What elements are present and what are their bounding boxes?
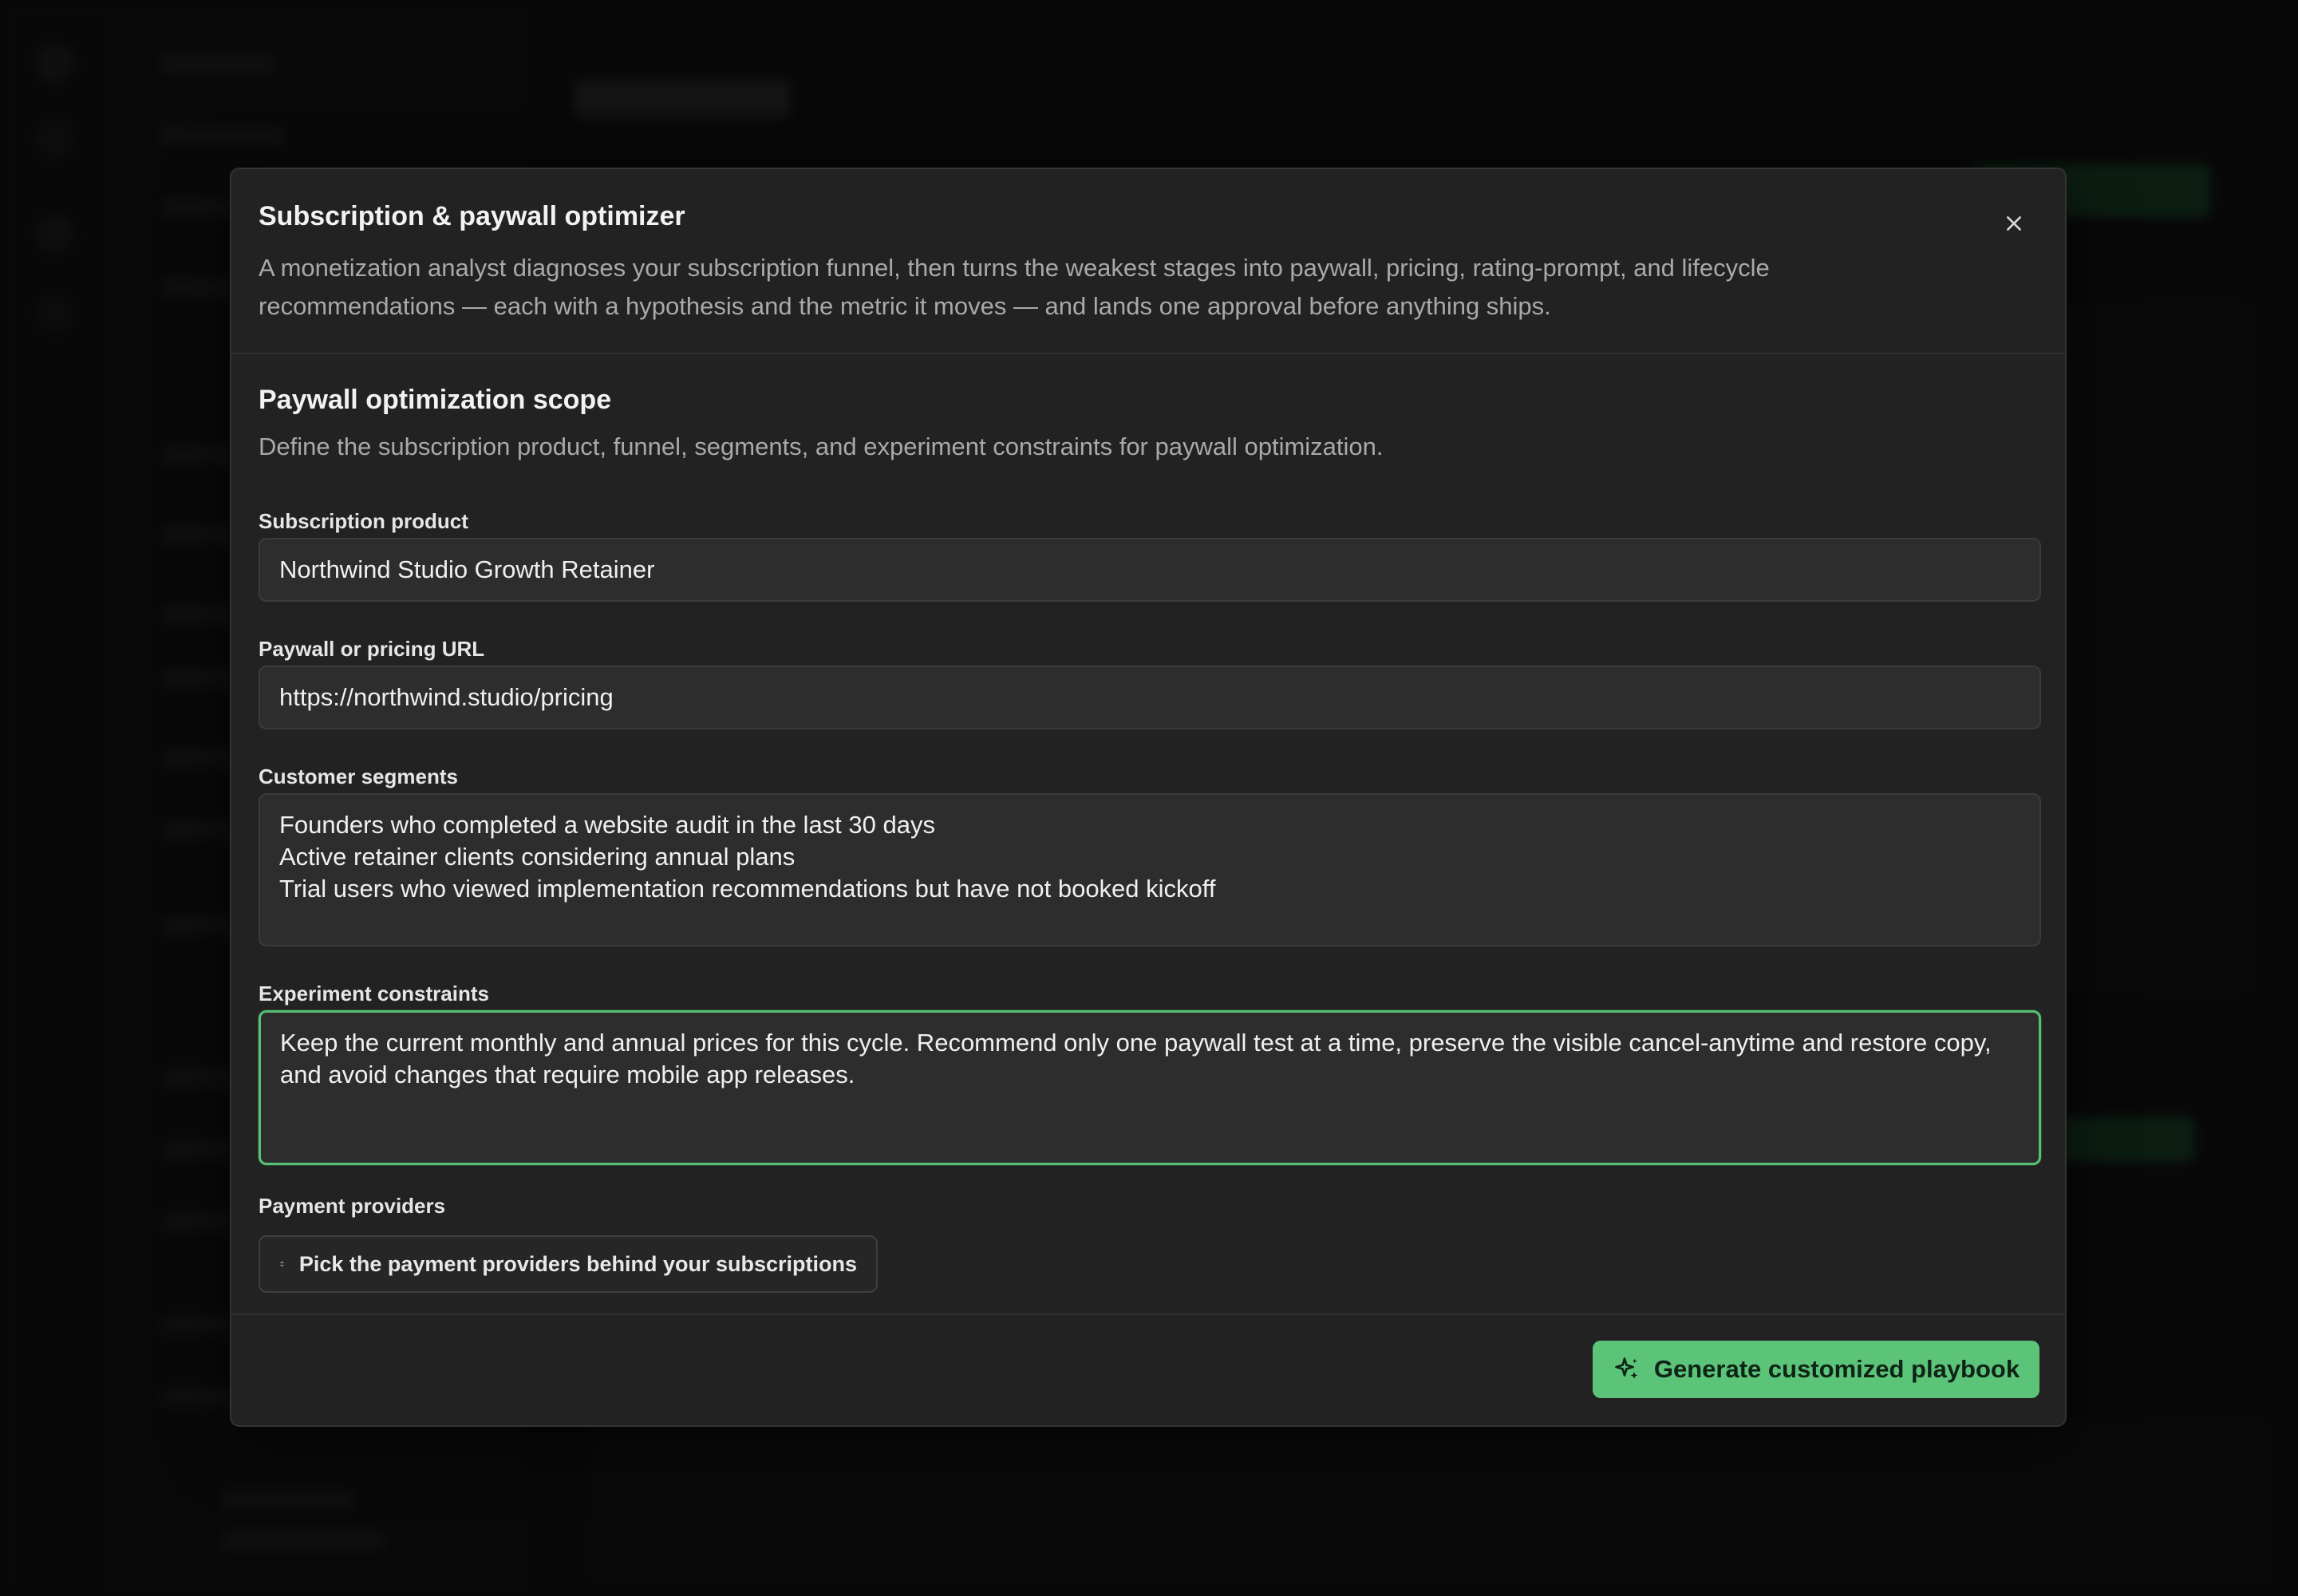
- dialog-header: Subscription & paywall optimizer A monet…: [231, 169, 2065, 354]
- payment-providers-picker-label: Pick the payment providers behind your s…: [298, 1251, 857, 1276]
- segments-label: Customer segments: [259, 764, 458, 788]
- constraints-label: Experiment constraints: [259, 982, 489, 1005]
- payment-providers-picker[interactable]: Pick the payment providers behind your s…: [259, 1235, 878, 1293]
- customer-segments-textarea[interactable]: Founders who completed a website audit i…: [259, 793, 2041, 946]
- url-label: Paywall or pricing URL: [259, 637, 485, 661]
- chevron-up-down-icon: [280, 1261, 284, 1267]
- close-icon: [2007, 216, 2021, 231]
- pricing-url-input[interactable]: [259, 666, 2041, 729]
- paywall-optimizer-dialog: Subscription & paywall optimizer A monet…: [230, 168, 2067, 1427]
- product-label: Subscription product: [259, 509, 468, 533]
- dialog-title: Subscription & paywall optimizer: [259, 201, 685, 231]
- sparkles-icon: [1615, 1357, 1638, 1379]
- dialog-description: A monetization analyst diagnoses your su…: [259, 254, 1770, 320]
- dialog-footer: Generate customized playbook: [231, 1314, 2065, 1425]
- section-description: Define the subscription product, funnel,…: [259, 433, 1384, 460]
- section-title: Paywall optimization scope: [259, 385, 612, 415]
- generate-playbook-button[interactable]: Generate customized playbook: [1593, 1341, 2039, 1398]
- experiment-constraints-textarea[interactable]: Keep the current monthly and annual pric…: [259, 1010, 2041, 1165]
- providers-label: Payment providers: [259, 1194, 446, 1218]
- subscription-product-input[interactable]: [259, 538, 2041, 602]
- generate-playbook-label: Generate customized playbook: [1653, 1355, 2020, 1383]
- close-button[interactable]: [1990, 200, 2038, 247]
